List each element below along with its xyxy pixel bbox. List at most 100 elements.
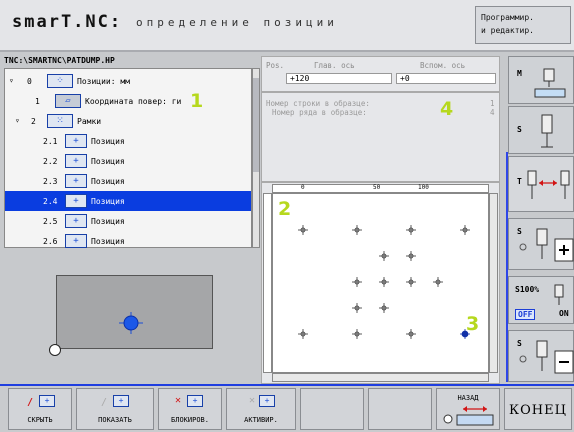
position-icon: + xyxy=(39,395,55,407)
position-icon: + xyxy=(65,234,87,248)
expand-arrow-icon[interactable]: ▿ xyxy=(15,116,20,125)
spindle-small-icon xyxy=(554,284,564,305)
spindle-minus-icon xyxy=(519,340,574,374)
spindle-override-softkey[interactable]: S100% OFF ON xyxy=(508,276,574,324)
x-icon: ✕ xyxy=(249,395,256,406)
tree-row-3[interactable]: 2.1 + Позиция xyxy=(5,131,251,151)
spindle-icon xyxy=(541,114,553,148)
spindle-on-softkey[interactable]: S xyxy=(508,218,574,270)
mode-box: Программир. и редактир. xyxy=(475,6,571,44)
spindle-plus-icon xyxy=(519,228,574,262)
pattern-point[interactable] xyxy=(352,225,362,235)
activate-softkey[interactable]: ✕ + АКТИВИР. xyxy=(226,388,296,430)
file-path: TNC:\SMARTNC\PATDUMP.HP xyxy=(4,56,115,65)
vertical-ruler xyxy=(263,193,272,373)
back-softkey[interactable]: НАЗАД xyxy=(436,388,500,430)
pattern-point[interactable] xyxy=(352,303,362,313)
back-pattern-icon xyxy=(443,406,494,426)
preview-marker xyxy=(119,312,143,334)
tree-num: 0 xyxy=(27,77,32,86)
pattern-info-panel: Номер строки в образце: 1 Номер ряда в о… xyxy=(261,92,500,182)
tree-row-2[interactable]: ▿ 2 ⁙ Рамки xyxy=(5,111,251,131)
pattern-point[interactable] xyxy=(379,303,389,313)
position-icon: + xyxy=(65,134,87,148)
grid-pattern-icon: ⁘ xyxy=(47,74,73,88)
callout-1: 1 xyxy=(190,90,204,112)
pattern-point[interactable] xyxy=(352,329,362,339)
tree-row-0[interactable]: ▿ 0 ⁘ Позиции: мм xyxy=(5,71,251,91)
tree-num: 2.1 xyxy=(43,137,58,146)
frame-pattern-icon: ⁙ xyxy=(47,114,73,128)
slash-icon: / xyxy=(27,397,34,408)
aux-axis-label: Вспом. ось xyxy=(420,61,466,70)
mode-line-2: и редактир. xyxy=(481,26,534,35)
pattern-point[interactable] xyxy=(406,225,416,235)
empty-softkey-2[interactable] xyxy=(368,388,432,430)
pattern-point[interactable] xyxy=(406,277,416,287)
position-icon: + xyxy=(259,395,275,407)
tree-row-4[interactable]: 2.2 + Позиция xyxy=(5,151,251,171)
tree-row-5[interactable]: 2.3 + Позиция xyxy=(5,171,251,191)
end-softkey[interactable]: КОНЕЦ xyxy=(504,388,572,430)
tree-num: 2.5 xyxy=(43,217,58,226)
show-softkey[interactable]: / + ПОКАЗАТЬ xyxy=(76,388,154,430)
position-icon: + xyxy=(65,154,87,168)
pattern-point[interactable] xyxy=(406,329,416,339)
col-number-label: Номер ряда в образце: xyxy=(272,108,367,117)
row-number-label: Номер строки в образце: xyxy=(266,99,370,108)
graph-h-scrollbar[interactable] xyxy=(272,373,489,382)
off-label[interactable]: OFF xyxy=(515,309,536,320)
m-function-softkey[interactable]: M xyxy=(508,56,574,104)
pattern-point[interactable] xyxy=(352,277,362,287)
tool-change-icon xyxy=(527,170,570,199)
tree-num: 2.2 xyxy=(43,157,58,166)
hide-label: СКРЫТЬ xyxy=(27,416,53,424)
position-icon: + xyxy=(65,214,87,228)
pattern-point[interactable] xyxy=(379,251,389,261)
on-label[interactable]: ON xyxy=(559,309,569,318)
ruler-tick-0: 0 xyxy=(301,184,305,191)
expand-arrow-icon[interactable]: ▿ xyxy=(9,76,14,85)
tree-label: Позиция xyxy=(91,217,125,226)
position-icon: + xyxy=(65,174,87,188)
tool-softkey[interactable]: T xyxy=(508,156,574,212)
pattern-point[interactable] xyxy=(406,251,416,261)
pattern-graphic[interactable] xyxy=(272,193,489,373)
position-icon: + xyxy=(187,395,203,407)
x-icon: ✕ xyxy=(175,395,182,406)
mode-line-1: Программир. xyxy=(481,13,534,22)
pattern-point[interactable] xyxy=(298,329,308,339)
col-number-value: 4 xyxy=(490,108,495,117)
row-number-value: 1 xyxy=(490,99,495,108)
tree-num: 2.6 xyxy=(43,237,58,246)
graph-v-scrollbar[interactable] xyxy=(489,193,498,373)
pattern-point[interactable] xyxy=(379,277,389,287)
show-label: ПОКАЗАТЬ xyxy=(98,416,132,424)
tree-label: Позиция xyxy=(91,237,125,246)
tree-label: Позиция xyxy=(91,157,125,166)
ruler-tick-50: 50 xyxy=(373,184,381,191)
tree-scrollbar-thumb[interactable] xyxy=(253,78,259,172)
tree-row-6-selected[interactable]: 2.4 + Позиция xyxy=(5,191,251,211)
position-panel: Pos. Глав. ось Вспом. ось +120 +0 xyxy=(261,56,500,92)
empty-softkey-1[interactable] xyxy=(300,388,364,430)
tree-row-8[interactable]: 2.6 + Позиция xyxy=(5,231,251,251)
aux-axis-field[interactable]: +0 xyxy=(396,73,496,84)
workpiece-preview xyxy=(56,275,213,349)
spindle-softkey[interactable]: S xyxy=(508,106,574,154)
pattern-point[interactable] xyxy=(298,225,308,235)
pattern-point[interactable] xyxy=(460,225,470,235)
plane-coordinate-icon: ▱ xyxy=(55,94,81,108)
spindle-off-softkey[interactable]: S xyxy=(508,330,574,382)
tree-row-1[interactable]: 1 ▱ Координата повер: ги xyxy=(5,91,251,111)
slash-icon: / xyxy=(101,397,108,408)
pattern-point[interactable] xyxy=(433,277,443,287)
app-title: smarT.NC: xyxy=(12,12,123,32)
tree-row-7[interactable]: 2.5 + Позиция xyxy=(5,211,251,231)
block-softkey[interactable]: ✕ + БЛОКИРОВ. xyxy=(158,388,222,430)
tree-label: Позиции: мм xyxy=(77,77,130,86)
hide-softkey[interactable]: / + СКРЫТЬ xyxy=(8,388,72,430)
m-function-icon xyxy=(534,68,566,98)
main-axis-field[interactable]: +120 xyxy=(286,73,392,84)
ruler-tick-100: 100 xyxy=(418,184,429,191)
